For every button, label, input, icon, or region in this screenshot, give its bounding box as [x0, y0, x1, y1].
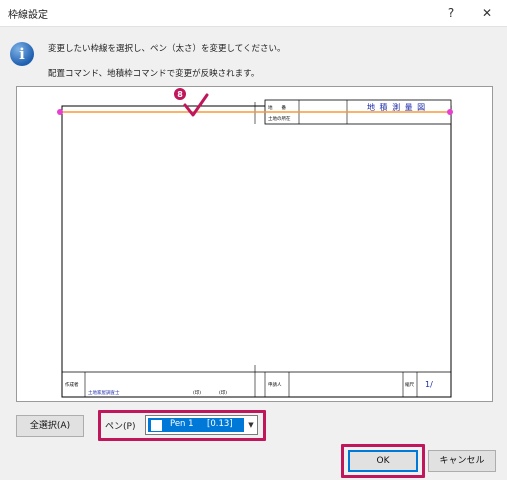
step-number: 8 — [177, 90, 183, 99]
pen-color-swatch — [151, 420, 162, 431]
right-handle[interactable] — [447, 109, 453, 115]
note-text: 配置コマンド、地積枠コマンドで変更が反映されます。 — [48, 69, 260, 79]
help-button[interactable]: ? — [438, 3, 464, 23]
label-surveyor: 土地家屋調査士 — [88, 389, 120, 396]
pen-value: Pen 1 [0.13] — [170, 419, 233, 429]
drawing-title: 地 積 測 量 図 — [367, 102, 426, 112]
label-applicant: 申請人 — [268, 381, 282, 388]
frame-border[interactable] — [61, 105, 452, 398]
frame-preview[interactable]: 地 番 土地の所在 地 積 測 量 図 8 作成者 土地家屋調査士 (印) (印… — [16, 86, 493, 402]
pen-dropdown[interactable]: Pen 1 [0.13] ▼ — [145, 415, 258, 435]
select-all-button[interactable]: 全選択(A) — [16, 415, 84, 437]
cancel-button[interactable]: キャンセル — [428, 450, 496, 472]
ok-button[interactable]: OK — [348, 450, 418, 472]
label-scale: 縮尺 — [405, 381, 414, 388]
scale-value: 1/ — [425, 380, 433, 389]
label-creator: 作成者 — [65, 381, 79, 388]
pen-label: ペン(P) — [105, 422, 136, 432]
close-button[interactable]: ✕ — [474, 3, 500, 23]
label-seals: (印) (印) — [193, 389, 227, 396]
label-location: 土地の所在 — [268, 115, 291, 122]
pen-selection: Pen 1 [0.13] — [148, 418, 244, 432]
instruction-text: 変更したい枠線を選択し、ペン（太さ）を変更してください。 — [48, 44, 286, 54]
left-handle[interactable] — [57, 109, 63, 115]
info-icon: i — [10, 42, 34, 66]
chevron-down-icon[interactable]: ▼ — [245, 416, 257, 434]
window-title: 枠線設定 — [8, 10, 48, 21]
frame-drawing[interactable]: 地 番 土地の所在 地 積 測 量 図 8 作成者 土地家屋調査士 (印) (印… — [17, 87, 494, 403]
title-bar: 枠線設定 ? ✕ — [0, 0, 507, 27]
label-lot: 地 番 — [268, 104, 286, 111]
